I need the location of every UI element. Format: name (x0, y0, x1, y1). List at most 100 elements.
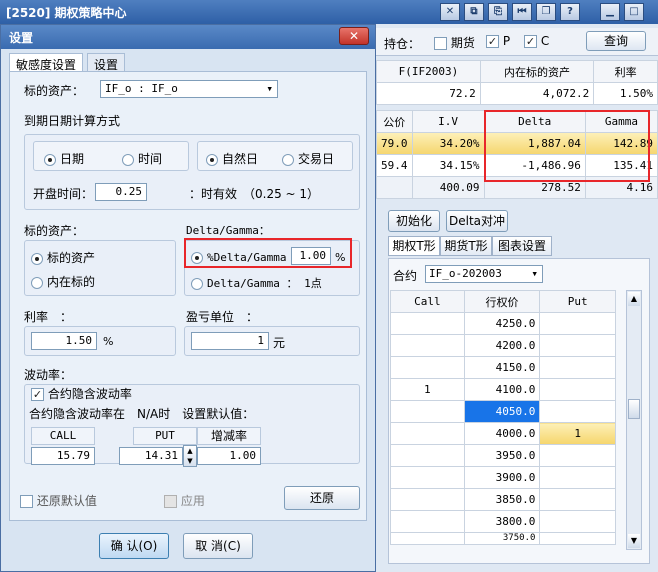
delta-gamma-section-label: Delta/Gamma： (186, 224, 270, 237)
first-icon[interactable]: ⏮ (512, 3, 532, 21)
dialog-title: 设置 (9, 31, 34, 45)
header-inner-asset: 内在标的资产 (479, 60, 595, 83)
radio-date[interactable]: 日期 (44, 150, 84, 167)
radio-inner-underlying[interactable]: 内在标的 (31, 273, 95, 290)
maximize-icon[interactable]: □ (624, 3, 644, 21)
tab-futures-t[interactable]: 期货T形 (440, 236, 492, 256)
rate-group: 1.50 % (24, 326, 176, 356)
table-row[interactable]: 3950.0 (390, 444, 616, 467)
call-vol-input[interactable]: 15.79 (31, 447, 95, 465)
header-futures: F(IF2003) (376, 60, 481, 83)
header-put: Put (539, 290, 616, 313)
restore-icon[interactable]: ❐ (536, 3, 556, 21)
close-button[interactable]: ✕ (339, 27, 369, 45)
expiry-group: 日期 时间 自然日 交易日 开盘时间： 0.25 ：时有效 （0.25 ~ 1） (24, 134, 360, 210)
radio-trading-day[interactable]: 交易日 (282, 150, 334, 167)
header-rate: 利率 (593, 60, 658, 83)
scroll-down-icon: ▼ (628, 534, 640, 548)
table-row[interactable]: 3750.0 (390, 532, 616, 545)
scroll-up-icon: ▲ (628, 292, 640, 306)
call-col-header: CALL (31, 427, 95, 445)
restore-default-checkbox[interactable]: 还原默认值 (20, 492, 97, 509)
minimize-icon[interactable]: ▁ (600, 3, 620, 21)
futures-checkbox[interactable]: 期货 (434, 34, 475, 51)
t-shape-table: Call 行权价 Put 4250.0 4200.0 4150.0 1 4100.… (390, 290, 616, 545)
pnl-group: 1 元 (184, 326, 360, 356)
rate-label: 利率 ： (24, 310, 73, 324)
top-table: F(IF2003) 内在标的资产 利率 72.2 4,072.2 1.50% (376, 60, 658, 105)
asset-group: 标的资产 内在标的 (24, 240, 176, 296)
delta-hedge-button[interactable]: Delta对冲 (446, 210, 508, 232)
main-title-bar: [2520] 期权策略中心 ✕ ⧉ ⎘ ⏮ ❐ ? ▁ □ (0, 0, 658, 24)
underlying-select[interactable]: IF_o : IF_o ▾ (100, 80, 278, 98)
pnl-unit-label: 盈亏单位 ： (186, 310, 259, 324)
table-row[interactable]: 4000.0 1 (390, 422, 616, 445)
contract-label: 合约 (393, 269, 418, 283)
increase-rate-input[interactable]: 1.00 (197, 447, 261, 465)
vol-default-text: 合约隐含波动率在 N/A时 设置默认值： (29, 407, 255, 421)
put-vol-spinner[interactable]: ▲ ▼ (183, 445, 197, 467)
p-checkbox[interactable]: ✓ P (486, 34, 510, 48)
contract-select[interactable]: IF_o-202003 ▾ (425, 265, 543, 283)
value-inner-asset: 4,072.2 (479, 82, 595, 105)
implied-vol-checkbox[interactable]: ✓ 合约隐含波动率 (31, 385, 132, 402)
radio-point-delta-gamma[interactable]: Delta/Gamma ： 1点 (191, 275, 322, 291)
open-time-input[interactable]: 0.25 (95, 183, 147, 201)
init-button[interactable]: 初始化 (388, 210, 440, 232)
vol-label: 波动率： (24, 368, 73, 382)
table-row[interactable]: 4150.0 (390, 356, 616, 379)
table-row[interactable]: 4200.0 (390, 334, 616, 357)
table-row[interactable]: 3850.0 (390, 488, 616, 511)
tab-settings[interactable]: 设置 (87, 53, 126, 72)
query-button[interactable]: 查询 (586, 31, 646, 51)
put-col-header: PUT (133, 427, 197, 445)
holding-label: 持仓： (384, 37, 421, 51)
main-window-title: [2520] 期权策略中心 (6, 6, 127, 20)
header-iv: I.V (411, 110, 485, 133)
chevron-down-icon: ▾ (531, 267, 538, 280)
date-mode-box: 日期 时间 (33, 141, 189, 171)
highlight-pct-delta-gamma (184, 238, 352, 268)
table-row[interactable]: 3800.0 (390, 510, 616, 533)
restore-button[interactable]: 还原 (284, 486, 360, 510)
scroll-thumb (628, 399, 640, 419)
radio-time[interactable]: 时间 (122, 150, 162, 167)
export-icon[interactable]: ⎘ (488, 3, 508, 21)
rate-unit: % (103, 335, 114, 348)
header-price: 公价 (376, 110, 413, 133)
table-row[interactable]: 4050.0 (390, 400, 616, 423)
table-row[interactable]: 3900.0 (390, 466, 616, 489)
underlying-label: 标的资产： (24, 84, 85, 98)
holding-bar: 持仓： 期货 ✓ P ✓ C 查询 (376, 28, 658, 56)
apply-checkbox: 应用 (164, 492, 205, 509)
radio-underlying-asset[interactable]: 标的资产 (31, 249, 95, 266)
tab-chart-settings[interactable]: 图表设置 (492, 236, 552, 256)
tab-sensitivity[interactable]: 敏感度设置 (9, 53, 84, 72)
day-type-box: 自然日 交易日 (197, 141, 353, 171)
c-checkbox[interactable]: ✓ C (524, 34, 549, 48)
help-icon[interactable]: ? (560, 3, 580, 21)
settings-dialog: 设置 ✕ 敏感度设置 设置 标的资产： IF_o : IF_o ▾ 到期日期计算… (0, 24, 376, 572)
pnl-unit: 元 (273, 336, 286, 350)
tab-option-t[interactable]: 期权T形 (388, 236, 440, 256)
close-x-icon[interactable]: ✕ (440, 3, 460, 21)
pnl-unit-input[interactable]: 1 (191, 332, 269, 350)
dialog-title-bar[interactable]: 设置 ✕ (1, 25, 375, 49)
rate-col-header: 增减率 (197, 427, 261, 445)
put-vol-input[interactable]: 14.31 (119, 447, 183, 465)
vertical-scrollbar[interactable]: ▲ ▼ (626, 290, 642, 550)
table-row[interactable]: 4250.0 (390, 312, 616, 335)
value-futures: 72.2 (376, 82, 481, 105)
highlight-delta-gamma (484, 110, 650, 182)
dialog-body: 标的资产： IF_o : IF_o ▾ 到期日期计算方式 日期 时间 自然日 交… (9, 71, 367, 521)
cancel-button[interactable]: 取 消(C) (183, 533, 253, 559)
asset-section-label: 标的资产： (24, 224, 85, 238)
ok-button[interactable]: 确 认(O) (99, 533, 169, 559)
valid-range-text: ：时有效 （0.25 ~ 1） (189, 187, 320, 201)
window-icon[interactable]: ⧉ (464, 3, 484, 21)
radio-natural-day[interactable]: 自然日 (206, 150, 258, 167)
rate-input[interactable]: 1.50 (31, 332, 97, 350)
table-row[interactable]: 1 4100.0 (390, 378, 616, 401)
chevron-down-icon: ▾ (266, 82, 273, 95)
value-rate: 1.50% (593, 82, 658, 105)
